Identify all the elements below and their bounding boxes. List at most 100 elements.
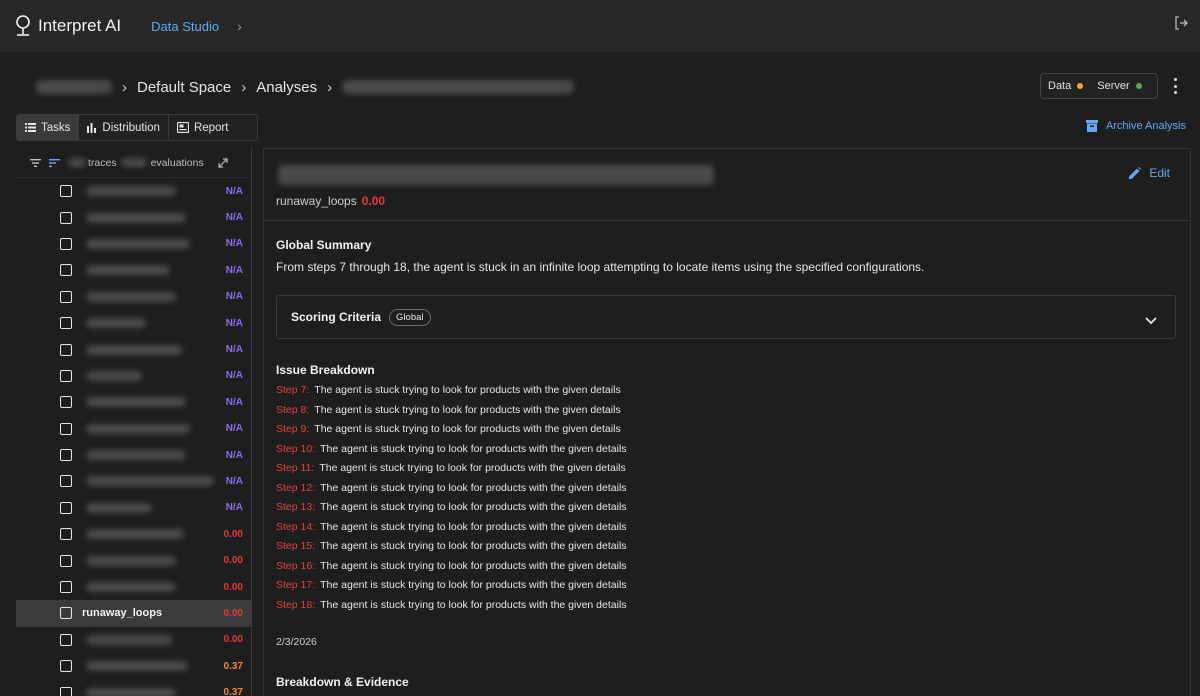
- issue-item: Step 17: The agent is stuck trying to loo…: [276, 579, 627, 599]
- task-row[interactable]: 0.00: [16, 574, 251, 600]
- task-row[interactable]: 0.00: [16, 627, 251, 653]
- task-row[interactable]: runaway_loops 0.00: [16, 600, 251, 627]
- tab-tasks[interactable]: Tasks: [17, 115, 80, 140]
- issue-text: The agent is stuck trying to look for pr…: [320, 520, 627, 533]
- breadcrumb-org-redacted[interactable]: [36, 80, 112, 94]
- issue-text: The agent is stuck trying to look for pr…: [314, 384, 621, 396]
- edit-button[interactable]: Edit: [1129, 166, 1170, 180]
- bar-chart-icon: [87, 122, 97, 133]
- sidebar-header: traces evaluations: [16, 148, 251, 178]
- task-score: N/A: [225, 449, 243, 461]
- issue-step[interactable]: Step 13:: [276, 501, 315, 513]
- row-checkbox[interactable]: [60, 475, 72, 488]
- tab-label: Report: [193, 121, 229, 134]
- sort-icon[interactable]: [49, 158, 60, 167]
- issue-item: Step 10: The agent is stuck trying to loo…: [276, 443, 627, 463]
- issue-step[interactable]: Step 16:: [276, 560, 315, 572]
- filter-icon[interactable]: [30, 158, 41, 167]
- row-checkbox[interactable]: [60, 607, 72, 620]
- task-name-redacted: [86, 476, 214, 487]
- tab-distribution[interactable]: Distribution: [79, 115, 169, 140]
- archive-analysis-button[interactable]: Archive Analysis: [1085, 120, 1186, 132]
- row-checkbox[interactable]: [60, 211, 72, 224]
- issue-step[interactable]: Step 17:: [276, 579, 315, 591]
- task-row[interactable]: N/A: [16, 310, 251, 336]
- issue-text: The agent is stuck trying to look for pr…: [319, 462, 626, 474]
- task-row[interactable]: 0.00: [16, 547, 251, 573]
- tab-label: Distribution: [102, 121, 160, 134]
- edit-label: Edit: [1149, 166, 1170, 180]
- task-score: N/A: [225, 317, 243, 329]
- issue-step[interactable]: Step 12:: [276, 482, 315, 494]
- row-checkbox[interactable]: [60, 422, 72, 435]
- task-row[interactable]: N/A: [16, 336, 251, 362]
- task-row[interactable]: N/A: [16, 204, 251, 230]
- row-checkbox[interactable]: [60, 237, 72, 250]
- task-row[interactable]: N/A: [16, 178, 251, 204]
- issue-step[interactable]: Step 8:: [276, 404, 309, 416]
- task-row[interactable]: N/A: [16, 442, 251, 468]
- task-score: 0.00: [223, 634, 243, 646]
- task-row[interactable]: N/A: [16, 468, 251, 494]
- row-checkbox[interactable]: [60, 449, 72, 462]
- global-summary-text: From steps 7 through 18, the agent is st…: [276, 260, 925, 274]
- issue-step[interactable]: Step 7:: [276, 384, 309, 396]
- issue-item: Step 13: The agent is stuck trying to loo…: [276, 501, 627, 521]
- task-name-redacted: [86, 186, 176, 197]
- issue-step[interactable]: Step 10:: [276, 443, 315, 455]
- row-checkbox[interactable]: [60, 554, 72, 567]
- tab-report[interactable]: Report: [169, 115, 237, 140]
- row-checkbox[interactable]: [60, 528, 72, 541]
- issue-step[interactable]: Step 11:: [276, 462, 314, 474]
- row-checkbox[interactable]: [60, 317, 72, 330]
- task-score: N/A: [225, 475, 243, 487]
- task-row[interactable]: N/A: [16, 231, 251, 257]
- logout-icon[interactable]: [1174, 16, 1188, 35]
- breadcrumb-space[interactable]: Default Space: [137, 79, 231, 96]
- row-checkbox[interactable]: [60, 396, 72, 409]
- issue-item: Step 9: The agent is stuck trying to look…: [276, 423, 627, 443]
- issue-text: The agent is stuck trying to look for pr…: [320, 501, 627, 513]
- issue-step[interactable]: Step 14:: [276, 521, 315, 533]
- task-score: N/A: [225, 238, 243, 250]
- row-checkbox[interactable]: [60, 686, 72, 696]
- issue-step[interactable]: Step 9:: [276, 423, 309, 435]
- task-row[interactable]: N/A: [16, 495, 251, 521]
- trace-title-redacted: [278, 165, 714, 185]
- more-options-icon[interactable]: [1172, 78, 1178, 94]
- task-row[interactable]: 0.37: [16, 653, 251, 679]
- issue-item: Step 7: The agent is stuck trying to look…: [276, 384, 627, 404]
- task-row[interactable]: 0.37: [16, 679, 251, 696]
- row-checkbox[interactable]: [60, 369, 72, 382]
- report-icon: [176, 122, 189, 133]
- issue-step[interactable]: Step 18:: [276, 599, 315, 611]
- row-checkbox[interactable]: [60, 660, 72, 673]
- row-checkbox[interactable]: [60, 343, 72, 356]
- tab-label: Tasks: [41, 121, 71, 134]
- task-row[interactable]: 0.00: [16, 521, 251, 547]
- scoring-criteria-accordion[interactable]: Scoring Criteria Global: [276, 295, 1176, 339]
- task-row[interactable]: N/A: [16, 389, 251, 415]
- issue-step[interactable]: Step 15:: [276, 540, 315, 552]
- task-row[interactable]: N/A: [16, 416, 251, 442]
- row-checkbox[interactable]: [60, 501, 72, 514]
- task-score: N/A: [225, 212, 243, 224]
- breadcrumb-analyses[interactable]: Analyses: [256, 79, 317, 96]
- app-logo[interactable]: Interpret AI: [14, 15, 121, 37]
- task-score: N/A: [225, 264, 243, 276]
- row-checkbox[interactable]: [60, 581, 72, 594]
- row-checkbox[interactable]: [60, 633, 72, 646]
- task-sidebar: traces evaluations N/A N/A N/A N/A N/A N/A N/A…: [16, 148, 252, 696]
- row-checkbox[interactable]: [60, 185, 72, 198]
- issue-text: The agent is stuck trying to look for pr…: [320, 481, 627, 494]
- chevron-down-icon[interactable]: [1145, 312, 1157, 330]
- task-row[interactable]: N/A: [16, 284, 251, 310]
- nav-link-data-studio[interactable]: Data Studio: [151, 19, 219, 34]
- expand-icon[interactable]: [218, 157, 228, 168]
- row-checkbox[interactable]: [60, 290, 72, 303]
- task-score: 0.00: [223, 607, 243, 619]
- issue-text: The agent is stuck trying to look for pr…: [320, 579, 627, 591]
- task-row[interactable]: N/A: [16, 257, 251, 283]
- task-row[interactable]: N/A: [16, 363, 251, 389]
- row-checkbox[interactable]: [60, 264, 72, 277]
